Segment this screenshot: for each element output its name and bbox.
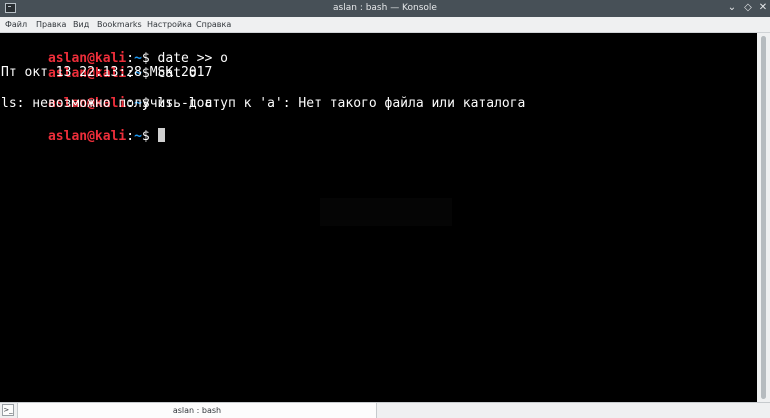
tab-aslan-bash[interactable]: aslan : bash bbox=[17, 403, 377, 418]
terminal-line: aslan@kali:~$ bbox=[1, 112, 165, 144]
window-title: aslan : bash — Konsole bbox=[333, 3, 437, 13]
maximize-icon[interactable]: ◇ bbox=[742, 2, 754, 14]
text-cursor bbox=[157, 128, 165, 142]
close-icon[interactable]: ✕ bbox=[757, 2, 769, 14]
scrollbar-thumb[interactable] bbox=[761, 36, 766, 399]
menu-view[interactable]: Вид bbox=[73, 20, 89, 30]
prompt-user: aslan@kali bbox=[47, 129, 127, 144]
terminal-output-line: ls: невозможно получить доступ к 'a': Не… bbox=[1, 96, 526, 111]
prompt-separator: : bbox=[126, 129, 135, 144]
konsole-window: aslan : bash — Konsole ⌄ ◇ ✕ Файл Правка… bbox=[0, 0, 770, 418]
tab-bar: >_ aslan : bash bbox=[0, 402, 770, 418]
background-shape bbox=[320, 198, 452, 226]
terminal-line: aslan@kali:~$ date >> o bbox=[1, 35, 228, 66]
prompt-path: ~ bbox=[134, 129, 142, 144]
minimize-icon[interactable]: ⌄ bbox=[726, 2, 738, 14]
terminal-line: aslan@kali:~$ ls -l a bbox=[1, 80, 212, 111]
terminal-line: aslan@kali:~$ cat o bbox=[1, 50, 197, 81]
menu-bar: Файл Правка Вид Bookmarks Настройка Спра… bbox=[0, 17, 770, 33]
terminal-area[interactable]: aslan@kali:~$ date >> o aslan@kali:~$ ca… bbox=[0, 33, 757, 402]
menu-bookmarks[interactable]: Bookmarks bbox=[97, 20, 142, 30]
title-bar[interactable]: aslan : bash — Konsole ⌄ ◇ ✕ bbox=[0, 0, 770, 17]
terminal-output-line: Пт окт 13 22:13:28 MSK 2017 bbox=[1, 65, 213, 80]
vertical-scrollbar[interactable] bbox=[757, 33, 770, 402]
terminal-icon[interactable]: >_ bbox=[2, 404, 14, 416]
menu-help[interactable]: Справка bbox=[196, 20, 231, 30]
menu-file[interactable]: Файл bbox=[5, 20, 27, 30]
prompt-symbol: $ bbox=[141, 129, 150, 144]
command-text bbox=[150, 129, 158, 144]
menu-settings[interactable]: Настройка bbox=[147, 20, 192, 30]
menu-edit[interactable]: Правка bbox=[36, 20, 66, 30]
